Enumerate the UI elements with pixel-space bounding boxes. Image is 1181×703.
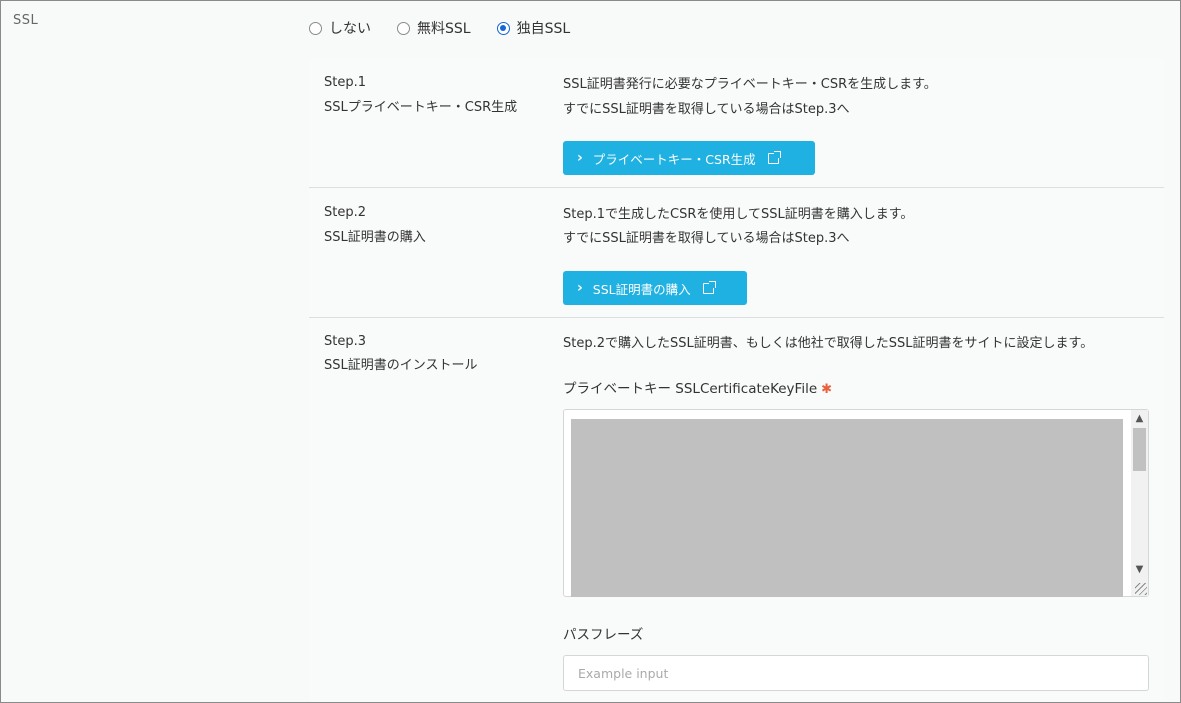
section-label: SSL <box>13 13 39 28</box>
external-link-icon <box>767 150 781 164</box>
scroll-up-icon[interactable]: ▲ <box>1131 410 1148 427</box>
radio-label: しない <box>329 21 371 37</box>
textarea-scrollbar[interactable]: ▲ ▼ <box>1131 410 1148 596</box>
textarea-content <box>571 419 1123 597</box>
button-label: SSL証明書の購入 <box>592 281 691 297</box>
step-description-line1: Step.1で生成したCSRを使用してSSL証明書を購入します。 <box>563 207 914 222</box>
radio-label: 無料SSL <box>417 21 471 37</box>
button-label: プライベートキー・CSR生成 <box>592 151 756 167</box>
ssl-settings-panel: SSL しない 無料SSL 独自SSL Step.1 SSLプライベートキー・C… <box>0 0 1181 703</box>
radio-label: 独自SSL <box>516 21 571 37</box>
ssl-type-radio-group: しない 無料SSL 独自SSL <box>309 17 570 39</box>
chevron-right-icon: › <box>577 150 583 166</box>
generate-csr-button[interactable]: › プライベートキー・CSR生成 <box>563 141 815 175</box>
step-name: SSL証明書の購入 <box>324 230 426 245</box>
ssl-steps: Step.1 SSLプライベートキー・CSR生成 SSL証明書発行に必要なプライ… <box>309 58 1164 702</box>
radio-button-selected[interactable] <box>496 21 510 35</box>
step-name: SSL証明書のインストール <box>324 358 478 373</box>
step-description-line1: Step.2で購入したSSL証明書、もしくは他社で取得したSSL証明書をサイトに… <box>563 336 1094 351</box>
step-description-line2: すでにSSL証明書を取得している場合はStep.3へ <box>563 102 850 117</box>
passphrase-input[interactable] <box>563 655 1149 691</box>
private-key-label-text: プライベートキー SSLCertificateKeyFile <box>563 381 818 397</box>
step-number: Step.2 <box>324 205 367 220</box>
step-description-line1: SSL証明書発行に必要なプライベートキー・CSRを生成します。 <box>563 77 937 92</box>
radio-option-custom-ssl[interactable]: 独自SSL <box>496 18 571 38</box>
step-number: Step.1 <box>324 75 367 90</box>
scroll-down-icon[interactable]: ▼ <box>1131 561 1148 578</box>
private-key-textarea[interactable]: ▲ ▼ <box>563 409 1149 597</box>
chevron-right-icon: › <box>577 280 583 296</box>
radio-button[interactable] <box>397 21 410 35</box>
radio-option-free-ssl[interactable]: 無料SSL <box>397 18 471 38</box>
step-1-row: Step.1 SSLプライベートキー・CSR生成 SSL証明書発行に必要なプライ… <box>309 58 1164 188</box>
purchase-ssl-button[interactable]: › SSL証明書の購入 <box>563 271 747 305</box>
radio-option-none[interactable]: しない <box>309 18 371 38</box>
passphrase-label: パスフレーズ <box>563 627 644 643</box>
step-description-line2: すでにSSL証明書を取得している場合はStep.3へ <box>563 231 850 246</box>
resize-handle-icon[interactable] <box>1135 583 1147 595</box>
radio-button[interactable] <box>309 21 322 35</box>
step-number: Step.3 <box>324 334 367 349</box>
private-key-label: プライベートキー SSLCertificateKeyFile ✱ <box>563 377 832 397</box>
external-link-icon <box>702 280 716 294</box>
step-name: SSLプライベートキー・CSR生成 <box>324 100 518 115</box>
step-2-row: Step.2 SSL証明書の購入 Step.1で生成したCSRを使用してSSL証… <box>309 188 1164 318</box>
required-icon: ✱ <box>821 382 833 397</box>
scroll-thumb[interactable] <box>1133 428 1146 471</box>
